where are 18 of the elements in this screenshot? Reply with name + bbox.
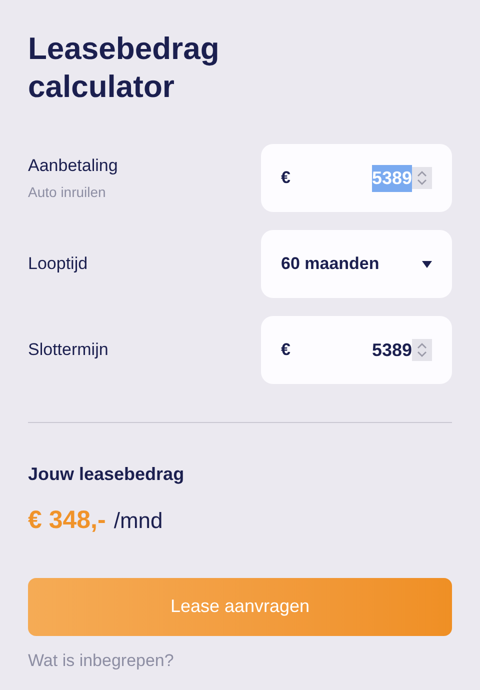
caret-icon xyxy=(422,260,432,268)
stepper-icon[interactable] xyxy=(412,339,432,361)
currency-symbol: € xyxy=(281,339,290,362)
result-heading: Jouw leasebedrag xyxy=(28,463,186,486)
lease-amount: € 348,- xyxy=(28,505,106,536)
field-label: Aanbetaling xyxy=(28,154,118,177)
field-label: Looptijd xyxy=(28,253,88,276)
input-value: 5389 xyxy=(372,164,412,192)
currency-symbol: € xyxy=(281,167,290,190)
duration-select[interactable]: 60 maanden xyxy=(261,230,452,298)
field-label: Slottermijn xyxy=(28,339,108,362)
page-title: Leasebedrag calculator xyxy=(28,30,220,106)
number-input-field[interactable]: € 5389 xyxy=(261,316,452,384)
number-input-field[interactable]: € 5389 xyxy=(261,144,452,212)
amount-unit: /mnd xyxy=(114,507,163,535)
field-sublabel: Auto inruilen xyxy=(28,183,107,202)
input-value: 5389 xyxy=(372,338,412,362)
stepper-icon[interactable] xyxy=(412,167,432,189)
